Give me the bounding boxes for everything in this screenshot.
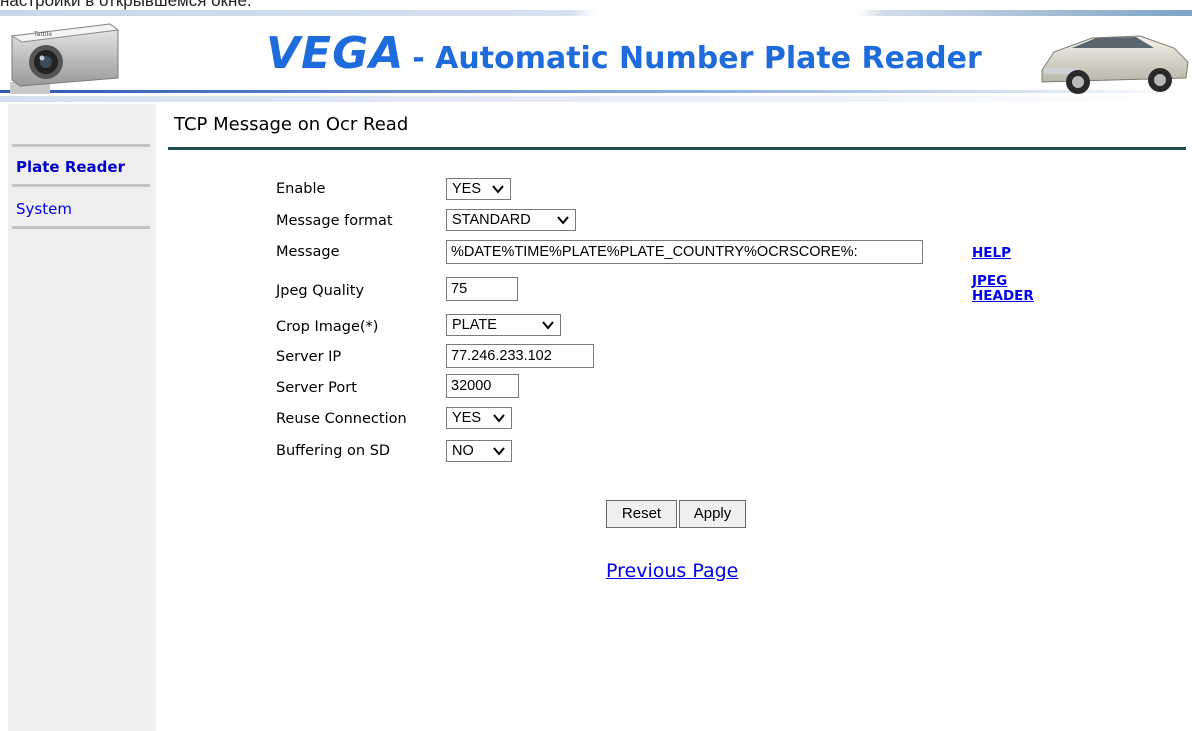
buffering-sd-value: NO bbox=[452, 443, 474, 459]
svg-text:Tattile: Tattile bbox=[33, 31, 52, 38]
crop-image-value: PLATE bbox=[452, 317, 497, 333]
server-port-label: Server Port bbox=[276, 380, 357, 396]
crop-image-label: Crop Image(*) bbox=[276, 319, 379, 335]
sidebar-divider bbox=[12, 226, 150, 229]
jpeg-header-link[interactable]: JPEG HEADER bbox=[972, 274, 1034, 304]
buffering-sd-label: Buffering on SD bbox=[276, 443, 391, 459]
chevron-down-icon bbox=[493, 447, 505, 456]
banner-subtitle: - Automatic Number Plate Reader bbox=[412, 41, 982, 76]
chevron-down-icon bbox=[493, 414, 505, 423]
server-ip-label: Server IP bbox=[276, 349, 342, 365]
chevron-down-icon bbox=[557, 216, 569, 225]
banner-accent-line bbox=[0, 90, 1192, 93]
page-title: TCP Message on Ocr Read bbox=[174, 114, 409, 135]
message-input[interactable]: %DATE%TIME%PLATE%PLATE_COUNTRY%OCRSCORE%… bbox=[446, 240, 923, 264]
camera-logo-icon: Tattile bbox=[10, 23, 120, 94]
enable-select-value: YES bbox=[452, 181, 482, 197]
buffering-sd-select[interactable]: NO bbox=[446, 440, 512, 462]
chevron-down-icon bbox=[542, 321, 554, 330]
message-format-label: Message format bbox=[276, 213, 393, 229]
vega-logo-text: VEGA bbox=[266, 28, 405, 79]
jpeg-quality-label: Jpeg Quality bbox=[276, 283, 365, 299]
server-ip-input[interactable]: 77.246.233.102 bbox=[446, 344, 594, 368]
message-label: Message bbox=[276, 244, 340, 260]
apply-button[interactable]: Apply bbox=[679, 500, 746, 528]
reuse-connection-select[interactable]: YES bbox=[446, 407, 512, 429]
header-banner: Tattile VEGA - Automatic Number Plate Re… bbox=[0, 16, 1192, 104]
reset-button[interactable]: Reset bbox=[606, 500, 677, 528]
chevron-down-icon bbox=[492, 185, 504, 194]
crop-image-select[interactable]: PLATE bbox=[446, 314, 561, 336]
reuse-connection-value: YES bbox=[452, 410, 482, 426]
enable-select[interactable]: YES bbox=[446, 178, 511, 200]
sidebar: Plate Reader System bbox=[8, 104, 156, 731]
jpeg-header-link-line1: JPEG bbox=[972, 273, 1008, 289]
message-format-value: STANDARD bbox=[452, 212, 531, 228]
help-link[interactable]: HELP bbox=[972, 246, 1011, 261]
jpeg-header-link-line2: HEADER bbox=[972, 288, 1034, 304]
server-port-input[interactable]: 32000 bbox=[446, 374, 519, 398]
sidebar-divider bbox=[12, 184, 150, 187]
banner-shadow-line bbox=[0, 96, 1192, 102]
enable-label: Enable bbox=[276, 181, 326, 197]
sidebar-item-system[interactable]: System bbox=[12, 200, 150, 218]
sidebar-item-plate-reader[interactable]: Plate Reader bbox=[12, 158, 150, 176]
sidebar-divider bbox=[12, 144, 150, 147]
message-format-select[interactable]: STANDARD bbox=[446, 209, 576, 231]
title-divider bbox=[168, 147, 1186, 150]
car-image-icon bbox=[1041, 35, 1189, 94]
jpeg-quality-input[interactable]: 75 bbox=[446, 277, 518, 301]
reuse-connection-label: Reuse Connection bbox=[276, 411, 407, 427]
previous-page-link[interactable]: Previous Page bbox=[606, 560, 738, 582]
banner-title: VEGA - Automatic Number Plate Reader bbox=[266, 28, 982, 84]
